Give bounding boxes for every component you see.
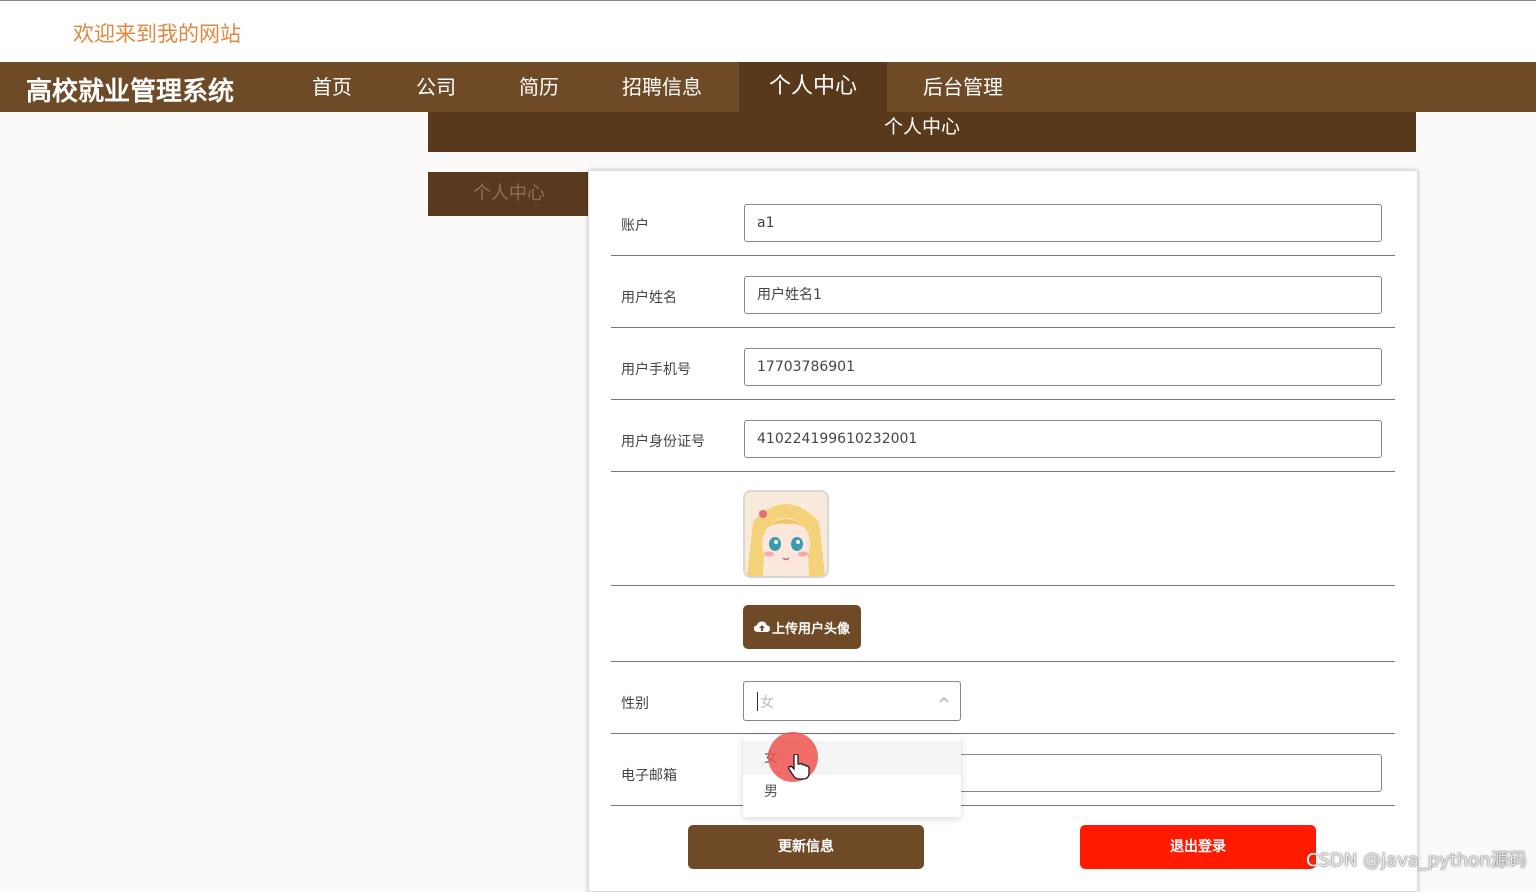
upload-avatar-button[interactable]: 上传用户头像 bbox=[743, 605, 861, 649]
nav-item-home[interactable]: 首页 bbox=[280, 62, 384, 112]
form-row-phone: 用户手机号 bbox=[611, 328, 1395, 400]
update-info-button[interactable]: 更新信息 bbox=[688, 825, 924, 869]
site-brand[interactable]: 高校就业管理系统 bbox=[26, 71, 234, 108]
hand-pointer-icon bbox=[788, 754, 810, 780]
main-navbar: 高校就业管理系统 首页 公司 简历 招聘信息 个人中心 后台管理 bbox=[0, 62, 1536, 112]
phone-label: 用户手机号 bbox=[621, 362, 691, 378]
user-avatar bbox=[743, 490, 829, 578]
form-row-email: 电子邮箱 bbox=[611, 734, 1395, 806]
profile-form-panel: 账户 用户姓名 用户手机号 用户身份证号 bbox=[588, 170, 1418, 892]
click-indicator bbox=[768, 732, 818, 782]
watermark-text: CSDN @java_python源码 bbox=[1306, 850, 1527, 871]
nav-item-jobs[interactable]: 招聘信息 bbox=[592, 62, 732, 112]
logout-button[interactable]: 退出登录 bbox=[1080, 825, 1316, 869]
welcome-text: 欢迎来到我的网站 bbox=[73, 22, 241, 46]
gender-label: 性别 bbox=[621, 696, 649, 712]
upload-avatar-label: 上传用户头像 bbox=[771, 621, 850, 637]
name-label: 用户姓名 bbox=[621, 290, 677, 306]
idcard-input[interactable] bbox=[744, 420, 1382, 458]
page-banner: 个人中心 bbox=[428, 112, 1416, 152]
account-input[interactable] bbox=[744, 204, 1382, 242]
nav-item-admin[interactable]: 后台管理 bbox=[890, 62, 1036, 112]
idcard-label: 用户身份证号 bbox=[621, 434, 705, 450]
nav-item-company[interactable]: 公司 bbox=[386, 62, 486, 112]
form-row-upload bbox=[611, 586, 1395, 662]
sidebar-tab-profile[interactable]: 个人中心 bbox=[428, 172, 590, 216]
top-bar: 欢迎来到我的网站 bbox=[0, 0, 1536, 63]
form-row-gender: 性别 bbox=[611, 662, 1395, 734]
nav-item-profile[interactable]: 个人中心 bbox=[739, 62, 887, 112]
gender-select[interactable]: 女 bbox=[743, 681, 961, 721]
banner-title: 个人中心 bbox=[883, 116, 960, 138]
text-caret bbox=[757, 692, 758, 711]
form-row-idcard: 用户身份证号 bbox=[611, 400, 1395, 472]
nav-item-resume[interactable]: 简历 bbox=[488, 62, 590, 112]
phone-input[interactable] bbox=[744, 348, 1382, 386]
cloud-upload-icon bbox=[753, 621, 770, 632]
form-row-avatar bbox=[611, 472, 1395, 586]
email-label: 电子邮箱 bbox=[621, 768, 677, 784]
name-input[interactable] bbox=[744, 276, 1382, 314]
form-row-account: 账户 bbox=[611, 171, 1395, 256]
gender-select-value: 女 bbox=[760, 695, 774, 711]
form-row-name: 用户姓名 bbox=[611, 256, 1395, 328]
account-label: 账户 bbox=[621, 218, 649, 234]
chevron-up-icon bbox=[939, 696, 949, 703]
